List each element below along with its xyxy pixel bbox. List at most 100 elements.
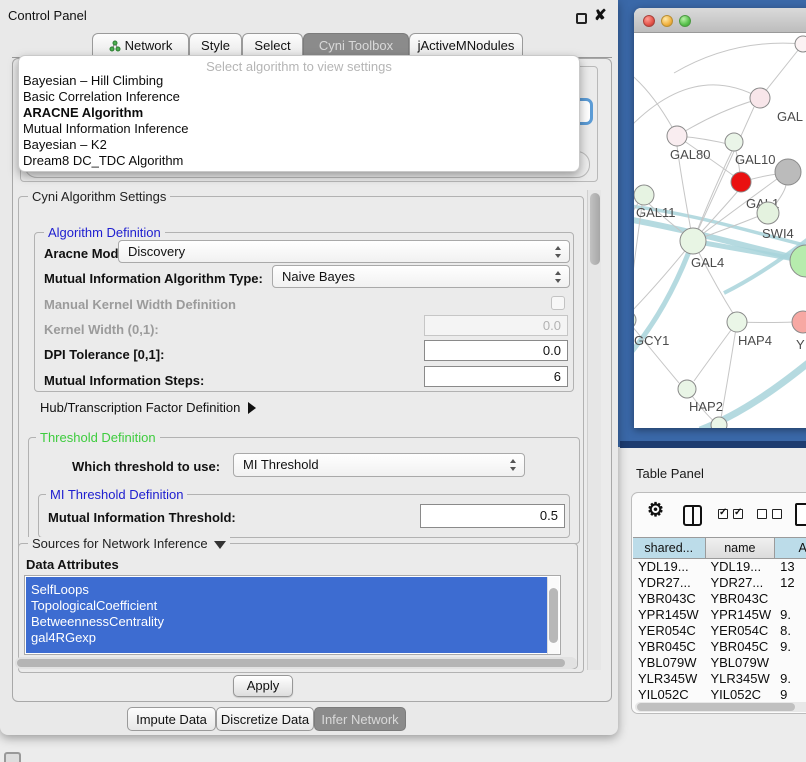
table-cell: YPR145W xyxy=(705,607,775,623)
tab-impute-data[interactable]: Impute Data xyxy=(127,707,216,731)
algorithm-option[interactable]: Dream8 DC_TDC Algorithm xyxy=(19,153,579,169)
node-label: GAL xyxy=(777,109,803,124)
scrollbar-thumb[interactable] xyxy=(17,659,565,667)
float-window-icon[interactable] xyxy=(576,13,587,24)
scrollbar-thumb[interactable] xyxy=(549,588,558,643)
minimize-traffic-light-icon[interactable] xyxy=(661,15,673,27)
mi-threshold-field[interactable]: 0.5 xyxy=(420,504,565,528)
table-cell: YBR045C xyxy=(633,639,705,655)
control-panel-titlebar[interactable]: Control Panel ✘ xyxy=(0,0,618,30)
table-cell: YIL052C xyxy=(633,687,705,703)
table-cell: YPR145W xyxy=(633,607,705,623)
algorithm-option[interactable]: Bayesian – Hill Climbing xyxy=(19,73,579,89)
table-row[interactable]: YER054CYER054C8. xyxy=(633,623,806,639)
network-window-titlebar[interactable] xyxy=(634,8,806,33)
network-edge[interactable] xyxy=(634,85,760,128)
close-traffic-light-icon[interactable] xyxy=(643,15,655,27)
algorithm-option[interactable]: Mutual Information Inference xyxy=(19,121,579,137)
manual-kernel-checkbox[interactable] xyxy=(551,296,565,310)
algorithm-definition-title: Algorithm Definition xyxy=(44,226,165,239)
table-row[interactable]: YBL079WYBL079W xyxy=(633,655,806,671)
which-threshold-combo[interactable]: MI Threshold xyxy=(233,453,525,477)
table-horizontal-scrollbar[interactable] xyxy=(635,702,806,712)
aracne-mode-combo[interactable]: Discovery xyxy=(118,240,570,263)
network-node-hap2[interactable] xyxy=(678,380,696,398)
network-node-gal1[interactable] xyxy=(731,172,751,192)
checked-pair-icon[interactable] xyxy=(718,509,743,519)
dpi-tolerance-field[interactable]: 0.0 xyxy=(424,340,568,361)
tab-infer-network[interactable]: Infer Network xyxy=(314,707,406,731)
network-edge[interactable] xyxy=(677,101,752,136)
node-label: GAL4 xyxy=(691,255,724,270)
attribute-item[interactable]: SelfLoops xyxy=(25,582,560,598)
network-node-hap4[interactable] xyxy=(727,312,747,332)
network-node-gal4[interactable] xyxy=(680,228,706,254)
table-cell: 9. xyxy=(775,607,806,623)
minimized-panel-icon[interactable] xyxy=(4,752,21,762)
algorithm-option[interactable]: Basic Correlation Inference xyxy=(19,89,579,105)
attribute-item[interactable]: TopologicalCoefficient xyxy=(25,598,560,614)
apply-button[interactable]: Apply xyxy=(233,675,293,697)
table-header[interactable]: shared...nameA xyxy=(633,537,806,559)
network-edge[interactable] xyxy=(721,322,737,418)
mi-steps-field[interactable]: 6 xyxy=(424,366,568,387)
table-cell xyxy=(775,655,806,671)
unchecked-pair-icon[interactable] xyxy=(757,509,782,519)
network-edge-highlighted[interactable] xyxy=(700,355,806,428)
network-node-y[interactable] xyxy=(792,311,806,333)
gear-icon[interactable]: ⚙ xyxy=(647,499,664,522)
hub-definition-toggle[interactable]: Hub/Transcription Factor Definition xyxy=(40,400,256,415)
column-header[interactable]: name xyxy=(706,538,776,558)
network-node-gal80[interactable] xyxy=(667,126,687,146)
table-row[interactable]: YPR145WYPR145W9. xyxy=(633,607,806,623)
column-header[interactable]: shared... xyxy=(633,538,706,558)
network-node-gal11[interactable] xyxy=(634,185,654,205)
table-row[interactable]: YDL19...YDL19...13 xyxy=(633,559,806,575)
network-edge[interactable] xyxy=(634,320,679,383)
columns-icon[interactable] xyxy=(683,505,702,526)
tab-discretize-data[interactable]: Discretize Data xyxy=(216,707,314,731)
table-cell: YDL19... xyxy=(705,559,775,575)
document-icon[interactable] xyxy=(795,503,806,526)
algorithm-option[interactable]: ARACNE Algorithm xyxy=(19,105,579,121)
algorithm-dropdown-popup[interactable]: Select algorithm to view settings Bayesi… xyxy=(18,55,580,172)
algorithm-option[interactable]: Bayesian – K2 xyxy=(19,137,579,153)
scrollbar-thumb[interactable] xyxy=(637,703,795,711)
table-row[interactable]: YBR043CYBR043C xyxy=(633,591,806,607)
network-node-gal[interactable] xyxy=(750,88,770,108)
table-row[interactable]: YLR345WYLR345W9. xyxy=(633,671,806,687)
network-edge[interactable] xyxy=(694,322,737,381)
table-panel-title: Table Panel xyxy=(636,466,704,481)
table-cell: YBR043C xyxy=(633,591,705,607)
kernel-width-field[interactable]: 0.0 xyxy=(424,315,568,336)
attribute-item[interactable]: BetweennessCentrality xyxy=(25,614,560,630)
mi-algorithm-type-combo[interactable]: Naive Bayes xyxy=(272,265,570,288)
settings-vertical-scrollbar[interactable] xyxy=(587,190,601,670)
table-row[interactable]: YDR27...YDR27...12 xyxy=(633,575,806,591)
zoom-traffic-light-icon[interactable] xyxy=(679,15,691,27)
network-node[interactable] xyxy=(711,417,727,428)
node-label: HAP4 xyxy=(738,333,772,348)
list-vertical-scrollbar[interactable] xyxy=(547,577,559,654)
table-cell: YDL19... xyxy=(633,559,705,575)
control-panel-window: Control Panel ✘ Network Style Select Cyn… xyxy=(0,0,618,735)
popup-item-list[interactable]: Bayesian – Hill ClimbingBasic Correlatio… xyxy=(19,73,579,169)
table-rows[interactable]: YDL19...YDL19...13YDR27...YDR27...12YBR0… xyxy=(633,559,806,703)
network-node-swi4[interactable] xyxy=(757,202,779,224)
scrollbar-thumb[interactable] xyxy=(590,193,600,265)
network-node-gal10[interactable] xyxy=(725,133,743,151)
network-node[interactable] xyxy=(775,159,801,185)
network-node-gcy1[interactable] xyxy=(634,311,636,329)
node-table[interactable]: shared...nameA YDL19...YDL19...13YDR27..… xyxy=(633,537,806,703)
column-header[interactable]: A xyxy=(775,538,806,558)
attribute-item[interactable]: gal4RGexp xyxy=(25,630,560,646)
table-row[interactable]: YIL052CYIL052C9 xyxy=(633,687,806,703)
sources-title[interactable]: Sources for Network Inference xyxy=(28,537,230,550)
node-label: GAL11 xyxy=(636,205,676,220)
network-canvas[interactable]: GALGAL80GAL10GAL1GAL11SWI4GAL4GCY1HAP4YH… xyxy=(634,33,806,428)
network-node[interactable] xyxy=(795,36,806,52)
data-attributes-list[interactable]: SelfLoopsTopologicalCoefficientBetweenne… xyxy=(24,575,561,655)
table-cell: YBR043C xyxy=(705,591,775,607)
close-icon[interactable]: ✘ xyxy=(594,6,607,24)
table-row[interactable]: YBR045CYBR045C9. xyxy=(633,639,806,655)
